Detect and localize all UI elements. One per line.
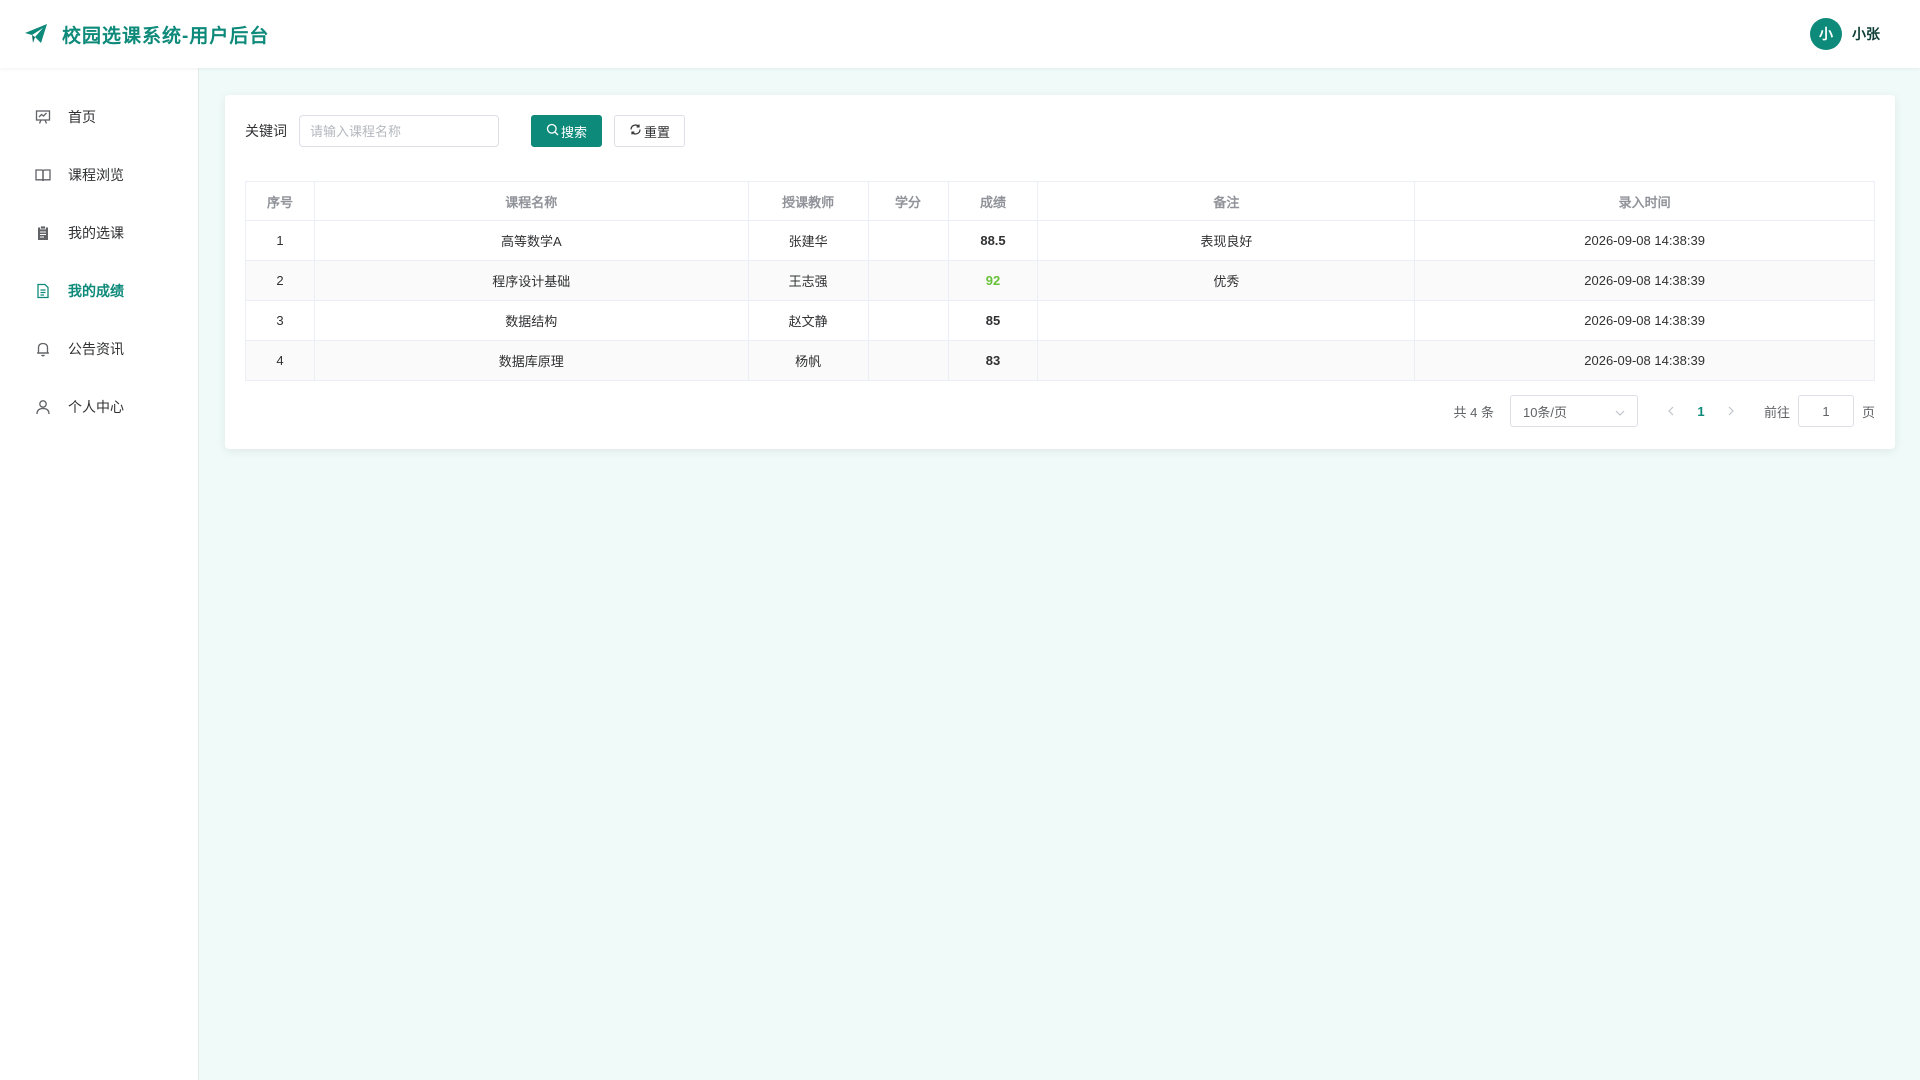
search-bar: 关键词 搜索 重置 [245, 115, 686, 147]
table-row[interactable]: 2 程序设计基础 王志强 92 优秀 2026-09-08 14:38:39 [245, 260, 1875, 301]
sidebar-item-label: 公告资讯 [68, 341, 124, 357]
presentation-icon [34, 108, 52, 126]
prev-page-button[interactable] [1656, 404, 1686, 419]
cell-teacher: 赵文静 [747, 300, 869, 341]
user-icon [34, 398, 52, 416]
cell-note [1037, 340, 1416, 381]
sidebar-item-home[interactable]: 首页 [0, 88, 198, 146]
cell-score: 83 [947, 340, 1039, 381]
cell-score: 88.5 [947, 220, 1039, 261]
cell-time: 2026-09-08 14:38:39 [1414, 220, 1875, 261]
refresh-icon [629, 123, 642, 139]
top-header: 校园选课系统-用户后台 小 小张 [0, 0, 1920, 68]
cell-index: 4 [245, 340, 315, 381]
cell-credit [867, 220, 949, 261]
search-input[interactable] [299, 115, 499, 147]
keyword-label: 关键词 [245, 123, 287, 139]
sidebar-item-courses[interactable]: 课程浏览 [0, 146, 198, 204]
goto-page-input[interactable] [1797, 395, 1854, 427]
next-page-button[interactable] [1716, 404, 1746, 419]
app-title: 校园选课系统-用户后台 [62, 25, 270, 47]
column-header: 录入时间 [1414, 181, 1875, 221]
cell-index: 3 [245, 300, 315, 341]
sidebar-item-label: 个人中心 [68, 399, 124, 415]
cell-note: 优秀 [1037, 260, 1416, 301]
table-row[interactable]: 4 数据库原理 杨帆 83 2026-09-08 14:38:39 [245, 340, 1875, 381]
cell-course: 数据库原理 [313, 340, 749, 381]
column-header: 课程名称 [313, 181, 749, 221]
grades-table: 序号 课程名称 授课教师 学分 成绩 备注 录入时间 1 高等数学A 张建华 8… [245, 181, 1875, 381]
cell-course: 数据结构 [313, 300, 749, 341]
document-icon [34, 282, 52, 300]
chevron-right-icon [1728, 406, 1734, 415]
sidebar: 首页 课程浏览 我的选课 我的成绩 公告资讯 个人中心 [0, 68, 199, 1080]
sidebar-item-profile[interactable]: 个人中心 [0, 378, 198, 436]
cell-index: 2 [245, 260, 315, 301]
search-button-label: 搜索 [561, 124, 588, 140]
page-size-value: 10条/页 [1522, 404, 1568, 420]
table-row[interactable]: 3 数据结构 赵文静 85 2026-09-08 14:38:39 [245, 300, 1875, 341]
sidebar-item-label: 首页 [68, 109, 96, 125]
cell-time: 2026-09-08 14:38:39 [1414, 300, 1875, 341]
column-header: 学分 [867, 181, 949, 221]
cell-note [1037, 300, 1416, 341]
cell-course: 高等数学A [313, 220, 749, 261]
cell-score: 85 [947, 300, 1039, 341]
cell-credit [867, 340, 949, 381]
user-menu[interactable]: 小 小张 [1810, 18, 1880, 50]
username[interactable]: 小张 [1852, 24, 1880, 44]
cell-teacher: 杨帆 [747, 340, 869, 381]
avatar[interactable]: 小 [1810, 18, 1842, 50]
bell-icon [34, 340, 52, 358]
cell-teacher: 王志强 [747, 260, 869, 301]
cell-note: 表现良好 [1037, 220, 1416, 261]
brand[interactable]: 校园选课系统-用户后台 [24, 21, 269, 48]
column-header: 授课教师 [747, 181, 869, 221]
paper-plane-icon [24, 23, 48, 45]
cell-credit [867, 300, 949, 341]
chevron-left-icon [1668, 406, 1674, 415]
cell-score: 92 [947, 260, 1039, 301]
total-count: 共 4 条 [1453, 404, 1494, 420]
search-icon [546, 123, 559, 139]
cell-teacher: 张建华 [747, 220, 869, 261]
search-button[interactable]: 搜索 [531, 115, 603, 147]
grades-card: 关键词 搜索 重置 序号 课程名称 授课教师 学分 成绩 备注 [225, 95, 1895, 449]
cell-index: 1 [245, 220, 315, 261]
sidebar-item-my-grades[interactable]: 我的成绩 [0, 262, 198, 320]
column-header: 备注 [1037, 181, 1416, 221]
reset-button[interactable]: 重置 [614, 115, 686, 147]
column-header: 序号 [245, 181, 315, 221]
cell-time: 2026-09-08 14:38:39 [1414, 340, 1875, 381]
sidebar-item-my-selection[interactable]: 我的选课 [0, 204, 198, 262]
reset-button-label: 重置 [644, 124, 671, 140]
column-header: 成绩 [947, 181, 1039, 221]
table-row[interactable]: 1 高等数学A 张建华 88.5 表现良好 2026-09-08 14:38:3… [245, 220, 1875, 261]
page-size-select[interactable]: 10条/页 [1509, 395, 1638, 427]
table-header-row: 序号 课程名称 授课教师 学分 成绩 备注 录入时间 [245, 181, 1875, 221]
sidebar-item-label: 课程浏览 [68, 167, 124, 183]
page-number-current[interactable]: 1 [1686, 404, 1716, 419]
chevron-down-icon [1615, 404, 1625, 419]
sidebar-item-label: 我的选课 [68, 225, 124, 241]
sidebar-item-announcements[interactable]: 公告资讯 [0, 320, 198, 378]
book-icon [34, 166, 52, 184]
sidebar-item-label: 我的成绩 [68, 283, 124, 299]
pagination: 共 4 条 10条/页 1 前往 页 [1453, 395, 1875, 427]
goto-label: 前往 [1763, 404, 1790, 420]
cell-credit [867, 260, 949, 301]
cell-time: 2026-09-08 14:38:39 [1414, 260, 1875, 301]
goto-suffix: 页 [1861, 404, 1875, 420]
cell-course: 程序设计基础 [313, 260, 749, 301]
clipboard-icon [34, 224, 52, 242]
